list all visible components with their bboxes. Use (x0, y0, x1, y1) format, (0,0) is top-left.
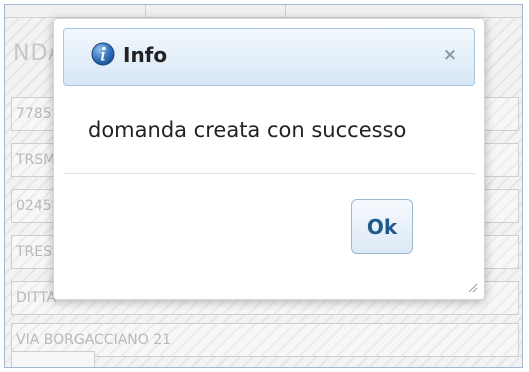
background-tab-strip (5, 5, 522, 18)
info-icon (91, 42, 115, 66)
background-tab[interactable] (5, 5, 146, 17)
background-small-field[interactable] (11, 351, 95, 367)
info-dialog: Info × domanda creata con successo Ok (53, 18, 485, 300)
dialog-message: domanda creata con successo (88, 118, 407, 142)
background-tab[interactable] (145, 5, 286, 17)
dialog-titlebar[interactable]: Info × (63, 28, 475, 86)
ok-button[interactable]: Ok (351, 199, 413, 254)
resize-grip-icon[interactable] (466, 281, 478, 293)
dialog-separator (63, 173, 475, 174)
close-icon[interactable]: × (442, 47, 458, 64)
dialog-title: Info (123, 43, 168, 67)
